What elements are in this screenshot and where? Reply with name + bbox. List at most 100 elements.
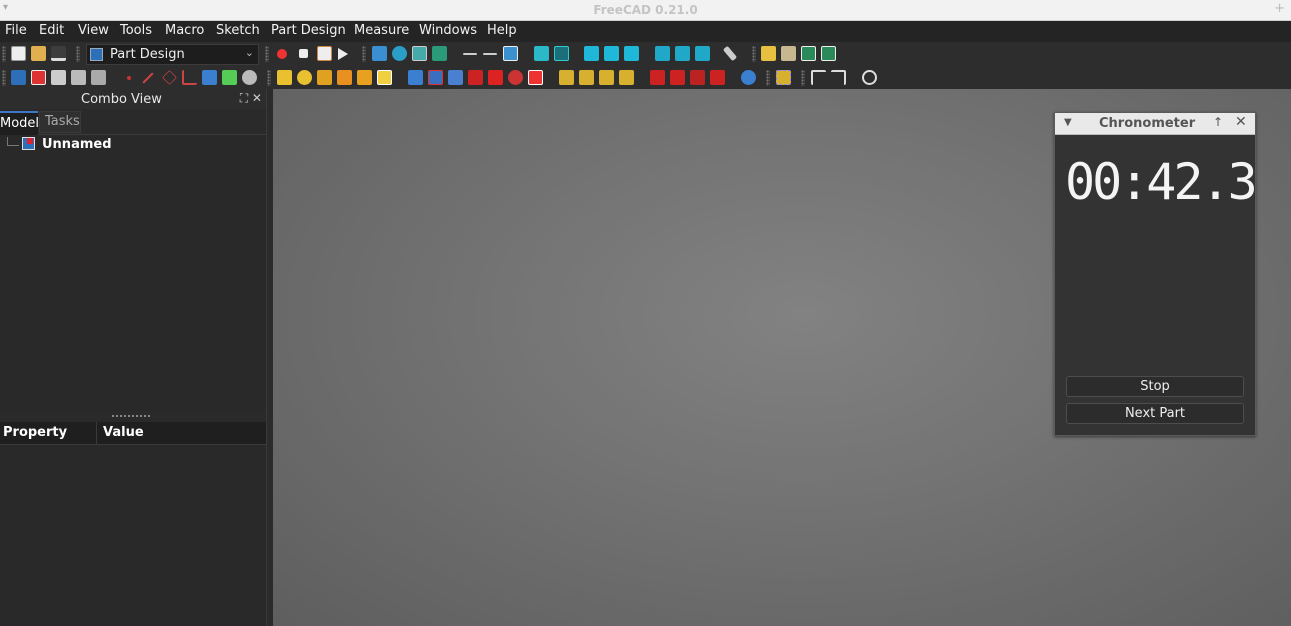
link-icon[interactable] xyxy=(503,46,518,61)
helix-icon[interactable] xyxy=(357,70,372,85)
toolbar-grip[interactable] xyxy=(801,70,805,86)
close-icon[interactable]: ✕ xyxy=(1235,114,1247,130)
panel-splitter[interactable] xyxy=(0,412,266,422)
menu-edit[interactable]: Edit xyxy=(39,23,64,38)
edit-macro-icon[interactable] xyxy=(317,46,332,61)
measure-icon[interactable] xyxy=(722,45,738,62)
isometric-icon[interactable] xyxy=(554,46,569,61)
pad-icon[interactable] xyxy=(277,70,292,85)
record-macro-icon[interactable] xyxy=(277,49,287,59)
link-make-icon[interactable] xyxy=(801,46,816,61)
back-icon[interactable] xyxy=(463,53,477,55)
collapse-icon[interactable]: ▼ xyxy=(1064,117,1072,128)
subtractive-pipe-icon[interactable] xyxy=(488,70,503,85)
right-view-icon[interactable] xyxy=(624,46,639,61)
subtractive-loft-icon[interactable] xyxy=(468,70,483,85)
body-icon[interactable] xyxy=(11,70,26,85)
hole-icon[interactable] xyxy=(428,70,443,85)
fit-all-icon[interactable] xyxy=(372,46,387,61)
pocket-icon[interactable] xyxy=(408,70,423,85)
shape-binder-icon[interactable] xyxy=(71,70,86,85)
window-maximize-icon[interactable]: + xyxy=(1274,1,1285,16)
subtractive-box-icon[interactable] xyxy=(528,70,543,85)
draft-icon[interactable] xyxy=(690,70,705,85)
linear-pattern-icon[interactable] xyxy=(579,70,594,85)
next-part-button[interactable]: Next Part xyxy=(1066,403,1244,424)
toolbar-grip[interactable] xyxy=(76,46,80,62)
mirrored-icon[interactable] xyxy=(559,70,574,85)
fillet-icon[interactable] xyxy=(650,70,665,85)
redo-icon[interactable] xyxy=(831,70,846,85)
loft-icon[interactable] xyxy=(317,70,332,85)
run-macro-icon[interactable] xyxy=(338,48,348,60)
open-icon[interactable] xyxy=(31,46,46,61)
bounding-box-icon[interactable] xyxy=(432,46,447,61)
rear-view-icon[interactable] xyxy=(655,46,670,61)
refresh-icon[interactable] xyxy=(862,70,877,85)
additive-box-icon[interactable] xyxy=(377,70,392,85)
plane-icon[interactable] xyxy=(162,70,177,85)
thickness-icon[interactable] xyxy=(710,70,725,85)
document-icon xyxy=(22,137,35,150)
subtractive-helix-icon[interactable] xyxy=(508,70,523,85)
menu-help[interactable]: Help xyxy=(487,23,517,38)
menu-part-design[interactable]: Part Design xyxy=(271,23,346,38)
menu-file[interactable]: File xyxy=(5,23,27,38)
save-icon[interactable] xyxy=(51,46,66,61)
chamfer-icon[interactable] xyxy=(670,70,685,85)
stop-macro-icon[interactable] xyxy=(299,49,308,58)
workbench-selector[interactable]: Part Design ⌄ xyxy=(86,44,259,65)
forward-icon[interactable] xyxy=(483,53,497,55)
line-icon[interactable] xyxy=(142,72,154,84)
bottom-view-icon[interactable] xyxy=(675,46,690,61)
toolbar-grip[interactable] xyxy=(362,46,366,62)
top-view-icon[interactable] xyxy=(604,46,619,61)
toolbar-grip[interactable] xyxy=(766,70,770,86)
menu-sketch[interactable]: Sketch xyxy=(216,23,260,38)
revolution-icon[interactable] xyxy=(297,70,312,85)
toolbar-grip[interactable] xyxy=(267,70,271,86)
link-actions-icon[interactable] xyxy=(821,46,836,61)
menu-macro[interactable]: Macro xyxy=(165,23,204,38)
menu-view[interactable]: View xyxy=(78,23,109,38)
point-icon[interactable] xyxy=(127,76,131,80)
sprocket-icon[interactable] xyxy=(242,70,257,85)
value-column-header[interactable]: Value xyxy=(103,425,144,440)
toolbar-grip[interactable] xyxy=(2,46,6,62)
polar-pattern-icon[interactable] xyxy=(599,70,614,85)
groove-icon[interactable] xyxy=(448,70,463,85)
part-icon[interactable] xyxy=(761,46,776,61)
csys-icon[interactable] xyxy=(182,70,197,85)
undo-icon[interactable] xyxy=(811,70,826,85)
pipe-icon[interactable] xyxy=(337,70,352,85)
float-close-icons[interactable]: ⛶ ✕ xyxy=(240,91,262,106)
menu-windows[interactable]: Windows xyxy=(419,23,477,38)
menu-tools[interactable]: Tools xyxy=(120,23,152,38)
front-view-icon[interactable] xyxy=(584,46,599,61)
menu-measure[interactable]: Measure xyxy=(354,23,409,38)
view-menu-icon[interactable] xyxy=(534,46,549,61)
primitives-icon[interactable] xyxy=(222,70,237,85)
multi-transform-icon[interactable] xyxy=(619,70,634,85)
workbench-tool-icon[interactable] xyxy=(776,70,791,85)
toolbar-grip[interactable] xyxy=(752,46,756,62)
subshape-binder-icon[interactable] xyxy=(202,70,217,85)
left-view-icon[interactable] xyxy=(695,46,710,61)
validate-sketch-icon[interactable] xyxy=(51,70,66,85)
clone-icon[interactable] xyxy=(91,70,106,85)
stop-button[interactable]: Stop xyxy=(1066,376,1244,397)
toolbar-grip[interactable] xyxy=(2,70,6,86)
create-sketch-icon[interactable] xyxy=(31,70,46,85)
property-column-header[interactable]: Property xyxy=(3,425,67,440)
toolbar-grip[interactable] xyxy=(265,46,269,62)
tab-tasks[interactable]: Tasks xyxy=(39,111,81,133)
tree-item-unnamed[interactable]: Unnamed xyxy=(42,137,112,152)
fit-selection-icon[interactable] xyxy=(392,46,407,61)
draw-style-icon[interactable] xyxy=(412,46,427,61)
group-icon[interactable] xyxy=(781,46,796,61)
tab-model[interactable]: Model xyxy=(0,111,39,135)
dock-separator[interactable] xyxy=(266,89,273,626)
new-document-icon[interactable] xyxy=(11,46,26,61)
pin-icon[interactable]: ↑ xyxy=(1213,115,1223,129)
boolean-icon[interactable] xyxy=(741,70,756,85)
